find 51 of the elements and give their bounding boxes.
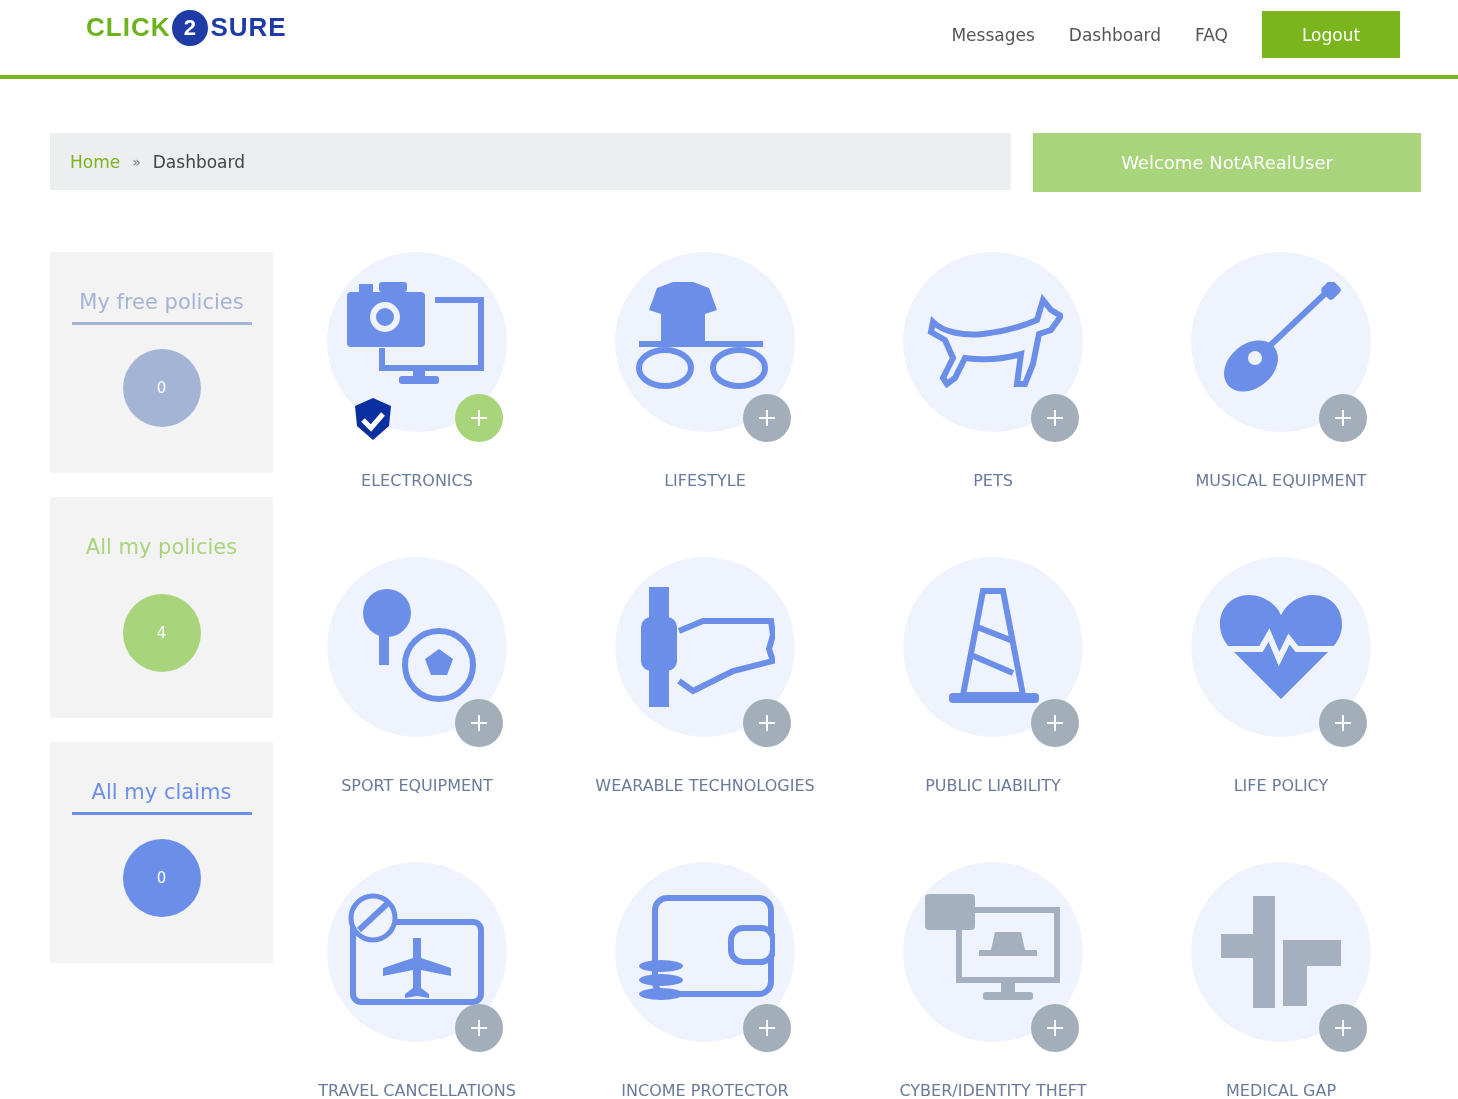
plus-icon xyxy=(469,1018,489,1038)
logo-text: CLICK xyxy=(86,12,171,43)
plus-icon xyxy=(1333,408,1353,428)
logo-text: SURE xyxy=(210,12,287,43)
product-label[interactable]: INCOME PROTECTOR xyxy=(621,1081,789,1099)
product-label[interactable]: LIFE POLICY xyxy=(1233,776,1329,795)
add-button[interactable] xyxy=(743,1004,791,1052)
product-label[interactable]: ELECTRONICS xyxy=(361,471,473,490)
plus-icon xyxy=(1333,1018,1353,1038)
add-button[interactable] xyxy=(743,699,791,747)
count-badge: 0 xyxy=(122,839,201,917)
plus-icon xyxy=(757,408,777,428)
count-badge: 0 xyxy=(122,349,201,427)
product-label[interactable]: PETS xyxy=(973,471,1013,490)
stat-title[interactable]: All my claims xyxy=(71,780,252,815)
plus-icon xyxy=(1045,1018,1065,1038)
product-label[interactable]: LIFESTYLE xyxy=(664,471,746,490)
plus-icon xyxy=(757,713,777,733)
plus-icon xyxy=(1045,408,1065,428)
nav-link[interactable]: Dashboard xyxy=(1068,24,1162,45)
add-button[interactable] xyxy=(1031,1004,1079,1052)
product-label[interactable]: CYBER/IDENTITY THEFT xyxy=(899,1081,1087,1099)
nav-link[interactable]: FAQ xyxy=(1195,24,1228,45)
logout-button[interactable]: Logout xyxy=(1262,11,1400,58)
plus-icon xyxy=(469,713,489,733)
add-button[interactable] xyxy=(455,699,503,747)
breadcrumb-current: Dashboard xyxy=(152,151,245,172)
count-badge: 4 xyxy=(122,594,201,672)
stat-card[interactable]: All my claims 0 xyxy=(50,742,273,963)
product-label[interactable]: MUSICAL EQUIPMENT xyxy=(1195,471,1367,490)
add-button[interactable] xyxy=(1319,699,1367,747)
plus-icon xyxy=(1045,713,1065,733)
plus-icon xyxy=(757,1018,777,1038)
add-button[interactable] xyxy=(455,394,503,442)
breadcrumb-separator: » xyxy=(132,153,141,170)
add-button[interactable] xyxy=(743,394,791,442)
add-button[interactable] xyxy=(1031,699,1079,747)
product-label[interactable]: SPORT EQUIPMENT xyxy=(341,776,493,795)
plus-icon xyxy=(469,408,489,428)
nav-link[interactable]: Messages xyxy=(951,24,1035,45)
add-button[interactable] xyxy=(1031,394,1079,442)
add-button[interactable] xyxy=(1319,394,1367,442)
product-label[interactable]: TRAVEL CANCELLATIONS xyxy=(318,1081,516,1099)
product-label[interactable]: PUBLIC LIABILITY xyxy=(925,776,1061,795)
welcome-banner: Welcome NotARealUser xyxy=(1033,133,1421,192)
logo-mark: 2 xyxy=(172,9,209,46)
product-label[interactable]: MEDICAL GAP xyxy=(1225,1081,1337,1099)
add-button[interactable] xyxy=(455,1004,503,1052)
plus-icon xyxy=(1333,713,1353,733)
add-button[interactable] xyxy=(1319,1004,1367,1052)
product-label[interactable]: WEARABLE TECHNOLOGIES xyxy=(595,776,815,795)
